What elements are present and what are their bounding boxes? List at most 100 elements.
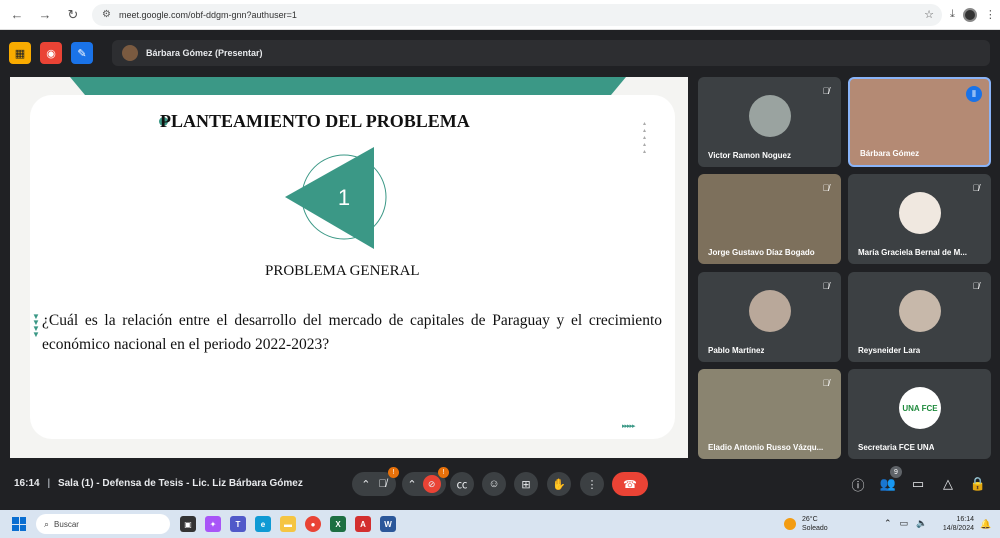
acrobat-icon[interactable]: A	[355, 516, 371, 532]
profile-avatar[interactable]	[962, 7, 977, 22]
participant-tile[interactable]: ⦀ Bárbara Gómez	[848, 77, 991, 167]
end-call-icon: ☎	[623, 478, 637, 491]
participant-tile[interactable]: 🎙̸ María Graciela Bernal de M...	[848, 174, 991, 264]
fce-logo: UNA FCE	[899, 387, 941, 429]
whiteboard-icon[interactable]: ✎	[71, 42, 93, 64]
bookmark-star-icon[interactable]: ☆	[924, 8, 934, 21]
raise-hand-button[interactable]: ✋	[547, 472, 571, 496]
task-view-icon[interactable]: ▣	[180, 516, 196, 532]
back-icon[interactable]: ←	[6, 4, 28, 26]
decorative-chevrons: ▼ ▼ ▼ ▼	[32, 312, 40, 339]
search-icon: ⌕	[44, 518, 50, 529]
browser-toolbar: ← → ↻ ⚙ meet.google.com/obf-ddgm-gnn?aut…	[0, 0, 1000, 30]
avatar	[749, 290, 791, 332]
file-explorer-icon[interactable]: ▬	[280, 516, 296, 532]
participant-name: Eladio Antonio Russo Vázqu...	[708, 443, 824, 452]
mic-off-icon: 🎙̸	[822, 378, 830, 388]
teams-icon[interactable]: T	[230, 516, 246, 532]
meeting-time: 16:14	[14, 478, 40, 489]
hand-icon: ✋	[552, 478, 566, 491]
windows-start-icon[interactable]	[12, 517, 26, 531]
chat-icon[interactable]: ▭	[910, 476, 926, 492]
mic-off-icon: 🎙̸	[822, 86, 830, 96]
meeting-controls: 16:14 | Sala (1) - Defensa de Tesis - Li…	[0, 466, 1000, 502]
network-icon[interactable]: ▭	[900, 518, 909, 529]
shared-slide: PLANTEAMIENTO DEL PROBLEMA ▴ ▴ ▴ ▴ ▴ 1 PROBL…	[10, 77, 688, 458]
menu-kebab-icon[interactable]: ⋮	[985, 8, 996, 21]
mic-off-icon[interactable]: 🎙̸	[378, 478, 386, 490]
mic-warning-badge: !	[388, 467, 399, 478]
participant-name: Secretaria FCE UNA	[858, 443, 935, 452]
volume-icon[interactable]: 🔈	[916, 518, 927, 529]
more-options-button[interactable]: ⋮	[580, 472, 604, 496]
search-placeholder: Buscar	[54, 519, 79, 529]
participant-name: Reysneider Lara	[858, 346, 921, 355]
participant-name: Victor Ramon Noguez	[708, 151, 791, 160]
reload-icon[interactable]: ↻	[62, 4, 84, 26]
avatar	[899, 192, 941, 234]
slide-top-band	[70, 77, 626, 97]
avatar	[899, 290, 941, 332]
participant-tile[interactable]: 🎙̸ Victor Ramon Noguez	[698, 77, 841, 167]
weather-condition: Soleado	[802, 525, 828, 532]
mic-off-icon: 🎙̸	[822, 183, 830, 193]
download-icon[interactable]: ⤓	[950, 8, 955, 21]
people-icon[interactable]: 👥	[880, 476, 896, 492]
more-vert-icon: ⋮	[586, 478, 598, 491]
mic-off-icon: 🎙̸	[822, 281, 830, 291]
participant-name: Pablo Martínez	[708, 346, 765, 355]
camera-off-icon[interactable]: ⊘	[422, 475, 441, 493]
chevron-up-icon[interactable]: ⌃	[407, 478, 416, 491]
temperature: 26°C	[802, 516, 818, 523]
host-controls-icon[interactable]: 🔒	[970, 476, 986, 492]
edge-icon[interactable]: e	[255, 516, 271, 532]
mic-control[interactable]: ⌃ 🎙̸ !	[352, 467, 399, 496]
slide-question: ¿Cuál es la relación entre el desarrollo…	[42, 312, 662, 353]
participant-name: Bárbara Gómez	[860, 149, 920, 158]
meet-top-bar: ▦ ◉ ✎ Bárbara Gómez (Presentar)	[0, 38, 1000, 68]
logo-text: UNA FCE	[902, 403, 938, 413]
meeting-info-icon[interactable]: ⓘ	[850, 476, 866, 493]
people-count-badge: 9	[890, 466, 902, 478]
camera-warning-badge: !	[438, 467, 449, 478]
decorative-arrows: ▸▸▸▸▸	[622, 423, 636, 430]
site-info-icon[interactable]: ⚙	[102, 9, 111, 20]
presenting-banner: Bárbara Gómez (Presentar)	[112, 40, 990, 66]
mic-off-icon: 🎙̸	[972, 281, 980, 291]
excel-icon[interactable]: X	[330, 516, 346, 532]
taskbar-search[interactable]: ⌕ Buscar	[36, 514, 170, 534]
participant-tile[interactable]: 🎙̸ Jorge Gustavo Díaz Bogado	[698, 174, 841, 264]
companion-icon[interactable]: ▦	[9, 42, 31, 64]
slide-subtitle: PROBLEMA GENERAL	[265, 263, 420, 279]
participant-tile[interactable]: UNA FCE Secretaria FCE UNA	[848, 369, 991, 459]
chrome-icon[interactable]: ●	[305, 516, 321, 532]
present-screen-icon: ⊞	[521, 478, 531, 491]
present-button[interactable]: ⊞	[514, 472, 538, 496]
leave-call-button[interactable]: ☎	[612, 472, 648, 496]
windows-taskbar: ⌕ Buscar ▣ ✦ T e ▬ ● X A W 26°C Soleado …	[0, 510, 1000, 538]
speaking-indicator-icon: ⦀	[966, 86, 982, 102]
address-bar[interactable]: ⚙ meet.google.com/obf-ddgm-gnn?authuser=…	[92, 3, 942, 26]
captions-icon: ㏄	[456, 479, 468, 491]
forward-icon[interactable]: →	[34, 4, 56, 26]
slide-title: PLANTEAMIENTO DEL PROBLEMA	[160, 111, 470, 131]
presenting-label: Bárbara Gómez (Presentar)	[146, 48, 263, 58]
camera-control[interactable]: ⌃ ⊘ !	[402, 467, 449, 496]
weather-widget[interactable]: 26°C Soleado	[784, 515, 828, 533]
mic-off-icon: 🎙̸	[972, 183, 980, 193]
participant-tile[interactable]: 🎙̸ Pablo Martínez	[698, 272, 841, 362]
sun-icon	[784, 518, 796, 530]
chevron-up-icon[interactable]: ⌃	[884, 518, 892, 529]
copilot-icon[interactable]: ✦	[205, 516, 221, 532]
word-icon[interactable]: W	[380, 516, 396, 532]
clock-date: 14/8/2024	[942, 525, 974, 532]
chevron-up-icon[interactable]: ⌃	[361, 478, 370, 491]
reactions-button[interactable]: ☺	[482, 472, 506, 496]
participant-tile[interactable]: 🎙̸ Reysneider Lara	[848, 272, 991, 362]
recording-icon[interactable]: ◉	[40, 42, 62, 64]
notification-icon[interactable]: 🔔	[980, 519, 991, 530]
activities-icon[interactable]: △	[940, 476, 956, 492]
captions-button[interactable]: ㏄	[450, 472, 474, 496]
system-clock[interactable]: 16:14 14/8/2024	[938, 515, 974, 533]
participant-tile[interactable]: 🎙̸ Eladio Antonio Russo Vázqu...	[698, 369, 841, 459]
